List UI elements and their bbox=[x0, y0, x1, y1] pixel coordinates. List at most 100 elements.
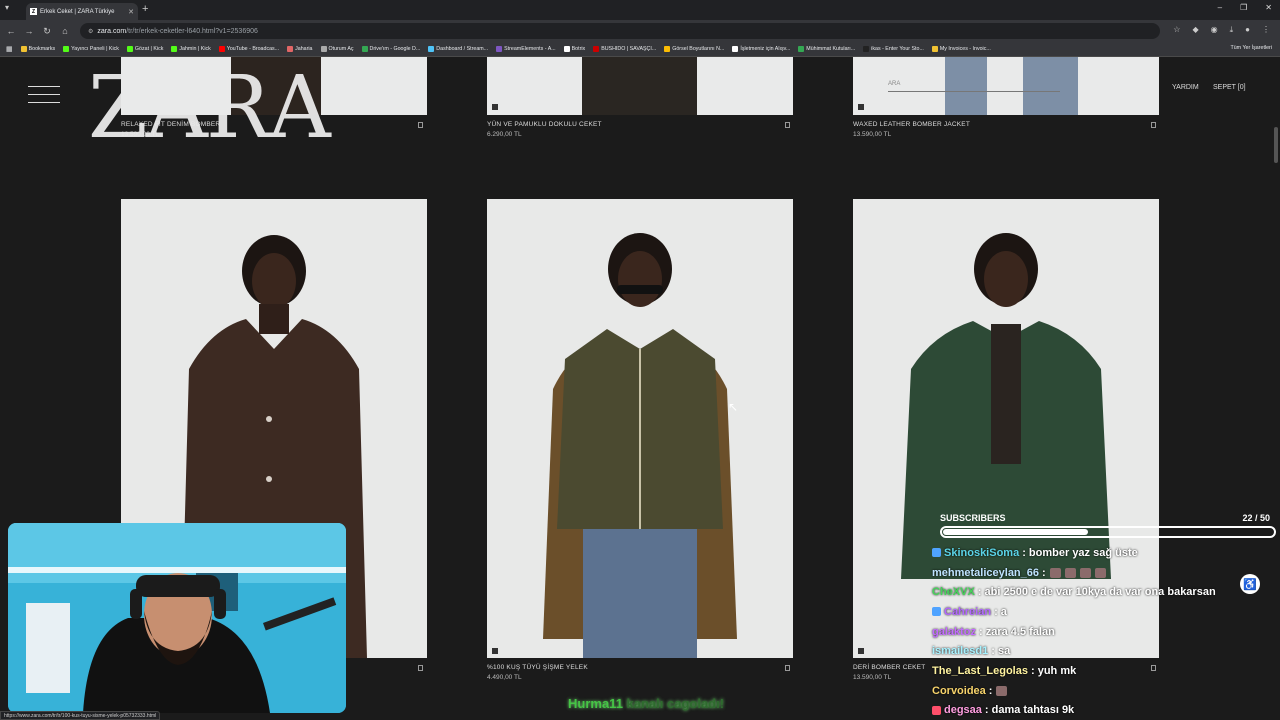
help-link[interactable]: YARDIM bbox=[1172, 84, 1199, 91]
bookmark-favicon-icon bbox=[361, 46, 368, 52]
bookmark-label: Botrix bbox=[571, 46, 586, 52]
add-icon[interactable] bbox=[858, 648, 864, 654]
add-icon[interactable] bbox=[858, 104, 864, 110]
bookmark-item[interactable]: My Invoices - Invoic... bbox=[931, 46, 991, 52]
subs-count: 22 / 50 bbox=[1242, 513, 1270, 523]
chat-text: : abi 2500 e de var 10kya da var ona bak… bbox=[977, 586, 1216, 599]
chat-message: ismailesd1: sa bbox=[932, 641, 1277, 661]
cart-link[interactable]: SEPET [0] bbox=[1213, 84, 1246, 91]
product-price: 13.590,00 TL bbox=[853, 131, 892, 138]
bookmark-item[interactable]: Mühimmat Kutuları... bbox=[798, 46, 855, 52]
chat-badge-icon bbox=[932, 705, 941, 715]
chat-username: galaktoz bbox=[932, 625, 977, 638]
bookmark-icon[interactable] bbox=[785, 665, 790, 671]
chat-message: degsaa: dama tahtası 9k bbox=[932, 701, 1277, 720]
bookmark-label: YouTube - Broadcas... bbox=[226, 46, 280, 52]
bookmark-favicon-icon bbox=[664, 46, 671, 52]
chat-username: Cahreian bbox=[944, 605, 992, 618]
bookmark-label: Mühimmat Kutuları... bbox=[806, 46, 856, 52]
bookmark-favicon-icon bbox=[496, 46, 503, 52]
chat-text: : zara 4.5 falan bbox=[979, 625, 1055, 638]
add-icon[interactable] bbox=[492, 104, 498, 110]
bookmark-item[interactable]: Jaharia bbox=[287, 46, 313, 52]
apps-icon[interactable]: ▦ bbox=[6, 45, 13, 53]
bookmark-label: Görsel Boyutlarını N... bbox=[672, 46, 725, 52]
status-url: https://www.zara.com/tr/tr/100-kus-tuyu-… bbox=[0, 711, 161, 720]
page-scrollbar[interactable] bbox=[1274, 127, 1278, 163]
tab-active[interactable]: Z Erkek Ceket | ZARA Türkiye ✕ bbox=[26, 3, 138, 20]
bookmark-item[interactable]: İşletmeniz için Alışv... bbox=[732, 46, 790, 52]
bookmark-icon[interactable] bbox=[1151, 122, 1156, 128]
download-icon[interactable]: ⤓ bbox=[1230, 25, 1234, 35]
chat-emote-icon bbox=[1049, 567, 1061, 578]
star-icon[interactable]: ☆ bbox=[1173, 25, 1180, 35]
chat-emote-icon bbox=[1079, 567, 1091, 578]
tab-search-icon[interactable]: ▾ bbox=[5, 3, 9, 12]
chat-text: : bomber yaz sağ üste bbox=[1022, 546, 1138, 559]
forward-icon[interactable]: → bbox=[20, 26, 38, 36]
chat-message: The_Last_Legolas: yuh mk bbox=[932, 661, 1277, 681]
close-window-icon[interactable]: ✕ bbox=[1265, 3, 1272, 12]
bookmark-item[interactable]: Jahmin | Kick bbox=[171, 46, 211, 52]
bookmark-favicon-icon bbox=[218, 46, 225, 52]
bookmark-label: İşletmeniz için Alışv... bbox=[740, 46, 791, 52]
bookmark-item[interactable]: Drive'ım - Google D... bbox=[361, 46, 421, 52]
bookmark-label: Yayıncı Paneli | Kick bbox=[71, 46, 119, 52]
bookmark-item[interactable]: YouTube - Broadcas... bbox=[218, 46, 280, 52]
bookmark-icon[interactable] bbox=[418, 122, 423, 128]
bookmark-item[interactable]: Oturum Aç bbox=[320, 46, 354, 52]
address-bar[interactable]: ⚙ zara.com /tr/tr/erkek-ceketler-l640.ht… bbox=[80, 23, 1160, 39]
chat-message: mehmetaliceylan_66: bbox=[932, 563, 1277, 583]
bookmark-label: Drive'ım - Google D... bbox=[369, 46, 421, 52]
search-input[interactable]: ARA bbox=[888, 81, 1060, 92]
bookmark-label: Bookmarks bbox=[28, 46, 56, 52]
bookmark-item[interactable]: Gözat | Kick bbox=[126, 46, 163, 52]
product-image[interactable] bbox=[487, 57, 793, 115]
chat-message: SkinoskiSoma: bomber yaz sağ üste bbox=[932, 543, 1277, 563]
tab-close-icon[interactable]: ✕ bbox=[128, 8, 134, 16]
bookmark-item[interactable]: Dashboard / Stream... bbox=[428, 46, 488, 52]
chat-username: CheXVX bbox=[932, 586, 975, 599]
bookmark-icon[interactable] bbox=[418, 665, 423, 671]
menu-icon[interactable]: ⋮ bbox=[1262, 25, 1270, 35]
chat-emote-icon bbox=[1064, 567, 1076, 578]
bookmark-favicon-icon bbox=[563, 46, 570, 52]
product-name[interactable]: WAXED LEATHER BOMBER JACKET bbox=[853, 121, 970, 128]
back-icon[interactable]: ← bbox=[2, 26, 20, 36]
minimize-icon[interactable]: – bbox=[1218, 3, 1222, 12]
follow-alert: Hurma11 kanalı cagoladı! bbox=[568, 696, 724, 711]
bookmark-favicon-icon bbox=[287, 46, 294, 52]
product-image[interactable] bbox=[487, 199, 793, 658]
reload-icon[interactable]: ↻ bbox=[38, 26, 56, 37]
chat-text: : bbox=[1042, 566, 1046, 579]
chat-username: Corvoidea bbox=[932, 684, 986, 697]
add-icon[interactable] bbox=[492, 648, 498, 654]
site-info-icon[interactable]: ⚙ bbox=[88, 28, 93, 35]
extension-icon[interactable]: ◉ bbox=[1211, 25, 1218, 35]
chat-text: : dama tahtası 9k bbox=[984, 704, 1075, 717]
bookmark-icon[interactable] bbox=[785, 122, 790, 128]
bookmark-item[interactable]: Bookmarks bbox=[20, 46, 56, 52]
chat-text: : sa bbox=[991, 645, 1011, 658]
bookmark-favicon-icon bbox=[593, 46, 600, 52]
other-bookmarks[interactable]: Tüm Yer İşaretleri bbox=[1230, 45, 1272, 51]
bookmark-item[interactable]: StreamElements - A... bbox=[496, 46, 556, 52]
zara-logo[interactable]: ZARA bbox=[88, 65, 331, 151]
bookmark-item[interactable]: ikas - Enter Your Sto... bbox=[863, 46, 924, 52]
maximize-icon[interactable]: ❐ bbox=[1240, 3, 1247, 12]
chat-username: mehmetaliceylan_66 bbox=[932, 566, 1040, 579]
product-name[interactable]: %100 KUŞ TÜYÜ ŞİŞME YELEK bbox=[487, 664, 588, 671]
bookmark-item[interactable]: Yayıncı Paneli | Kick bbox=[63, 46, 119, 52]
bookmark-label: StreamElements - A... bbox=[504, 46, 556, 52]
bookmark-item[interactable]: BUSHIDO | SAVAŞÇI... bbox=[593, 46, 656, 52]
new-tab-icon[interactable]: + bbox=[142, 3, 148, 15]
bookmark-item[interactable]: Görsel Boyutlarını N... bbox=[664, 46, 724, 52]
home-icon[interactable]: ⌂ bbox=[56, 26, 74, 36]
product-name[interactable]: YÜN VE PAMUKLU DOKULU CEKET bbox=[487, 121, 602, 128]
bookmark-item[interactable]: Botrix bbox=[563, 46, 586, 52]
extension-icon[interactable]: ◆ bbox=[1192, 25, 1198, 35]
product-name[interactable]: DERİ BOMBER CEKET bbox=[853, 664, 925, 671]
profile-avatar[interactable]: ● bbox=[1245, 25, 1250, 35]
menu-burger-icon[interactable] bbox=[28, 86, 60, 106]
webcam-overlay bbox=[8, 523, 346, 713]
